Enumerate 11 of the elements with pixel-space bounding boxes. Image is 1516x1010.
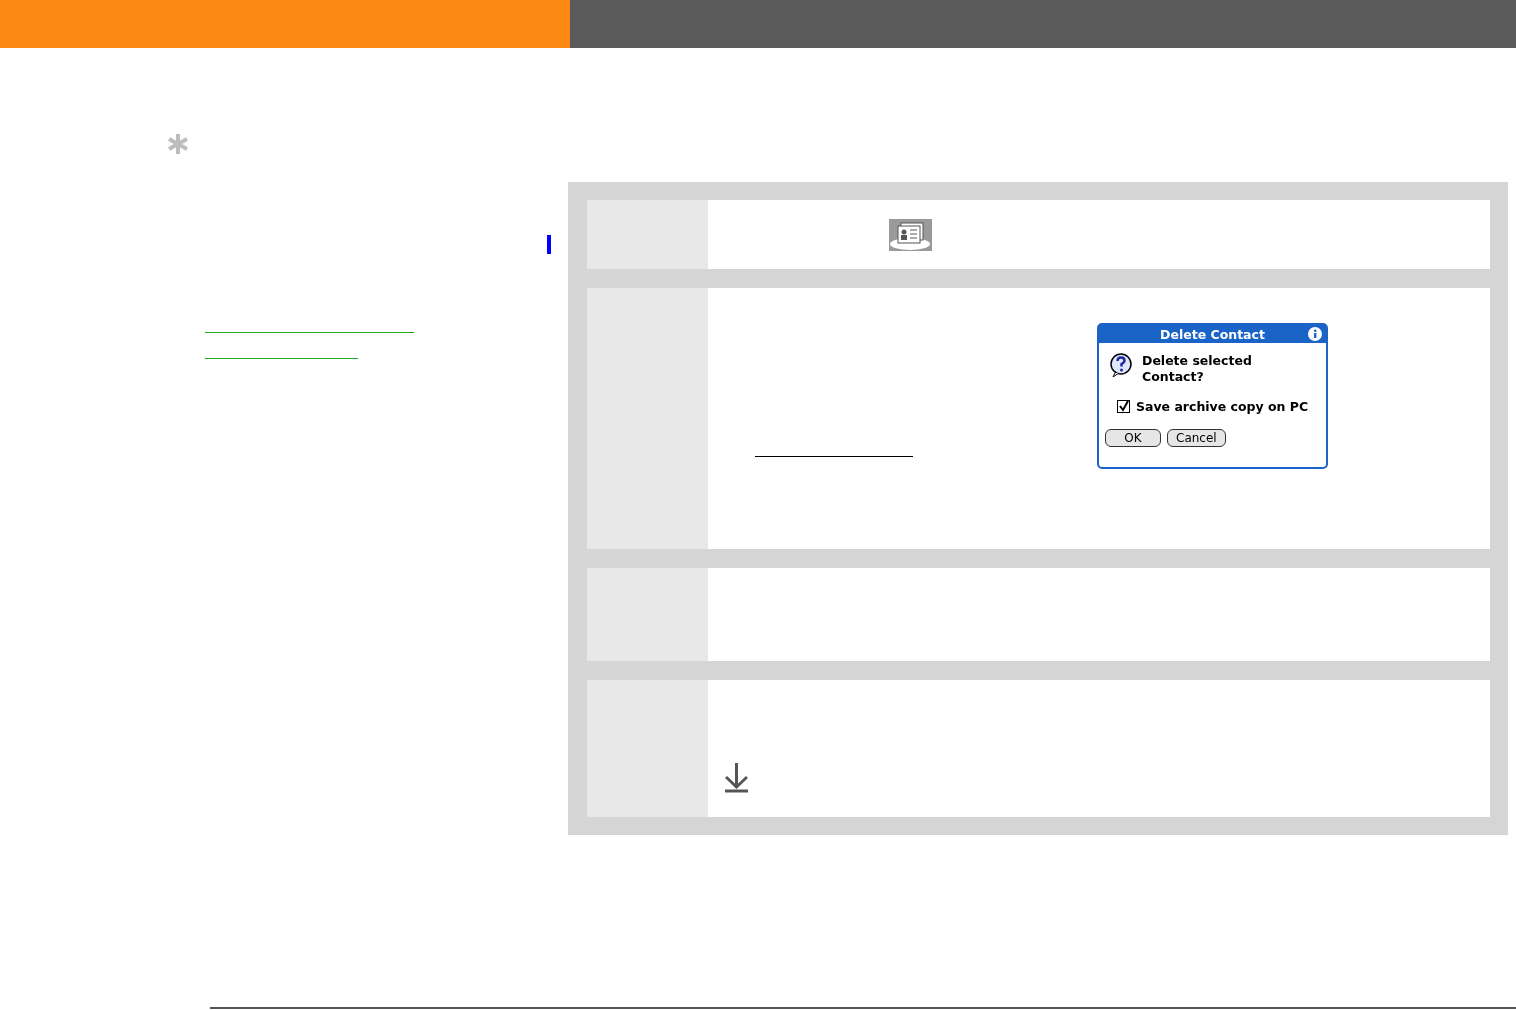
dialog-title: Delete Contact [1160,326,1265,342]
dialog-button[interactable]: Cancel [1167,429,1226,447]
archive-checkbox[interactable] [1117,400,1130,413]
dialog-button[interactable]: OK [1105,429,1161,447]
question-icon [1109,353,1134,377]
dialog-message: Delete selected Contact? [1142,353,1253,385]
contacts-app-icon [889,219,932,251]
download-arrow-icon [725,763,748,793]
asterisk-icon [167,133,189,155]
checkbox-label: Save archive copy on PC [1136,399,1309,414]
change-bar [547,235,551,254]
